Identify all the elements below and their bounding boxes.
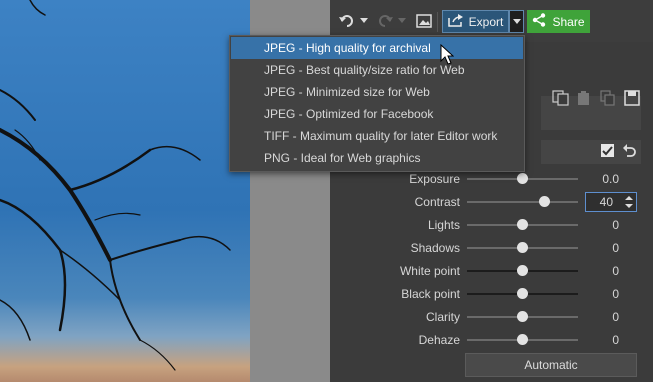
automatic-button[interactable]: Automatic: [465, 353, 637, 377]
copy-settings-icon[interactable]: [552, 90, 570, 111]
slider-knob[interactable]: [517, 219, 528, 230]
adjustment-value: 0: [612, 287, 619, 301]
slider-knob[interactable]: [517, 334, 528, 345]
export-dropdown-button[interactable]: [509, 10, 524, 33]
adjustment-value: 0: [612, 218, 619, 232]
duplicate-icon[interactable]: [600, 90, 616, 111]
adjustment-label: Shadows: [410, 241, 460, 255]
toolbar-separator: [437, 12, 438, 32]
export-preset-item[interactable]: TIFF - Maximum quality for later Editor …: [231, 125, 523, 147]
adjustment-row: Lights 0: [380, 214, 640, 236]
export-preset-menu: JPEG - High quality for archival JPEG - B…: [229, 35, 525, 172]
adjustment-label: Clarity: [425, 310, 460, 324]
export-preset-item[interactable]: JPEG - Best quality/size ratio for Web: [231, 59, 523, 81]
adjustment-value: 0: [612, 264, 619, 278]
redo-icon[interactable]: [374, 10, 396, 32]
adjustment-label: Contrast: [414, 195, 460, 209]
export-label: Export: [468, 14, 504, 29]
reset-icon[interactable]: [622, 143, 636, 162]
adjustment-value: 0: [612, 310, 619, 324]
slider-knob[interactable]: [517, 173, 528, 184]
adjustment-value[interactable]: 40: [587, 191, 613, 213]
slider-knob[interactable]: [517, 265, 528, 276]
slider-knob[interactable]: [517, 311, 528, 322]
slider-knob[interactable]: [517, 242, 528, 253]
export-icon: [447, 13, 464, 30]
spinner-arrows-icon[interactable]: [624, 194, 634, 210]
redo-dropdown-icon[interactable]: [397, 14, 407, 28]
adjustment-label: Dehaze: [418, 333, 460, 347]
adjustment-row: White point 0: [380, 260, 640, 282]
mouse-cursor-icon: [440, 43, 455, 71]
image-icon[interactable]: [413, 10, 435, 32]
tree-branches-image: [0, 0, 231, 371]
undo-icon[interactable]: [336, 10, 358, 32]
enable-checkbox[interactable]: [601, 144, 614, 157]
adjustment-row: Black point 0: [380, 283, 640, 305]
checkmark-icon: [602, 146, 613, 156]
share-icon: [532, 13, 546, 30]
adjustment-row: Clarity 0: [380, 306, 640, 328]
share-button[interactable]: Share: [527, 10, 590, 33]
adjustment-value: 0: [612, 333, 619, 347]
slider-track[interactable]: [467, 201, 578, 203]
export-button[interactable]: Export: [442, 10, 509, 33]
export-preset-item[interactable]: PNG - Ideal for Web graphics: [231, 147, 523, 169]
adjustment-row: Shadows 0: [380, 237, 640, 259]
adjustment-value: 0: [612, 241, 619, 255]
adjustment-label: Black point: [401, 287, 460, 301]
paste-settings-icon[interactable]: [576, 90, 592, 111]
photo-preview: [0, 0, 250, 382]
adjustment-row: Contrast 40: [380, 191, 640, 213]
export-preset-item[interactable]: JPEG - Minimized size for Web: [231, 81, 523, 103]
undo-dropdown-icon[interactable]: [359, 14, 369, 28]
export-preset-item[interactable]: JPEG - Optimized for Facebook: [231, 103, 523, 125]
slider-knob[interactable]: [517, 288, 528, 299]
adjustment-row: Dehaze 0: [380, 329, 640, 351]
share-label: Share: [552, 14, 585, 29]
adjustment-value: 0.0: [602, 172, 619, 186]
adjustment-label: Lights: [427, 218, 460, 232]
chevron-down-icon: [512, 18, 521, 24]
adjustment-label: White point: [399, 264, 460, 278]
export-preset-item[interactable]: JPEG - High quality for archival: [231, 37, 523, 59]
save-icon[interactable]: [624, 90, 640, 111]
slider-knob[interactable]: [539, 196, 551, 207]
